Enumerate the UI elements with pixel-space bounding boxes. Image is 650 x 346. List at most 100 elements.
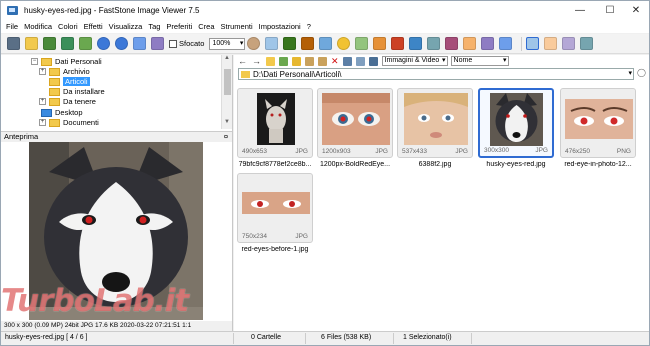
status-divider [233, 333, 234, 344]
sort-select[interactable]: Nome [450, 56, 509, 66]
expand-icon[interactable]: + [39, 98, 46, 105]
minimize-button[interactable]: — [565, 1, 595, 19]
save-as-icon[interactable] [79, 37, 92, 50]
redo-icon[interactable] [391, 37, 405, 50]
email-icon[interactable] [463, 37, 477, 50]
save-icon[interactable] [61, 37, 74, 50]
move-icon[interactable] [318, 56, 327, 66]
menu-impostazioni[interactable]: Impostazioni [259, 22, 301, 31]
layout-browser-icon[interactable] [526, 37, 540, 50]
folder-icon [49, 87, 60, 96]
delete-icon[interactable]: ✕ [331, 56, 339, 67]
layout-thumbs-icon[interactable] [562, 37, 576, 50]
image-icon[interactable] [43, 37, 56, 50]
rotate-icon[interactable] [265, 37, 279, 50]
sfocato-checkbox[interactable]: Sfocato [169, 39, 204, 48]
crop-icon[interactable] [283, 37, 297, 50]
preview-header: Anteprima ¤ [1, 131, 232, 142]
thumbnail-name: red-eye-in-photo-12... [564, 161, 632, 168]
zoom-out-icon[interactable] [115, 37, 128, 50]
resize-icon[interactable] [301, 37, 315, 50]
chevron-down-icon[interactable]: ▾ [628, 69, 632, 77]
checkbox-box [169, 39, 177, 48]
go-icon[interactable]: ◯ [636, 68, 647, 80]
close-button[interactable]: ✕ [621, 1, 649, 19]
tree-item-da-tenere[interactable]: + Da tenere [39, 96, 96, 107]
camera-icon[interactable] [7, 37, 20, 50]
thumbnail-format: JPG [295, 148, 308, 155]
folder-tree: − Dati Personali + Archivio Articoli Da … [1, 55, 233, 129]
thumb-view-icon[interactable] [355, 56, 365, 66]
thumbnail-frame[interactable]: 476x250 PNG [560, 88, 636, 158]
preview-pin-icon[interactable]: ¤ [224, 132, 228, 142]
preview-info: 300 x 300 (0.09 MP) 24bit JPG 17.6 KB 20… [1, 321, 232, 331]
menu-help[interactable]: ? [307, 22, 311, 31]
strip-thumbnail-icon [242, 192, 310, 214]
thumbnail-frame[interactable]: 300x300 JPG [478, 88, 554, 158]
expand-icon[interactable]: + [39, 68, 46, 75]
menu-effetti[interactable]: Effetti [84, 22, 103, 31]
scan-icon[interactable] [499, 37, 513, 50]
menu-file[interactable]: File [6, 22, 18, 31]
parent-folder-icon[interactable] [266, 56, 275, 66]
fullscreen-icon[interactable] [580, 37, 594, 50]
thumbnail-name: husky-eyes-red.jpg [486, 161, 546, 168]
title-bar: husky-eyes-red.jpg - FastStone Image Vie… [1, 1, 649, 19]
open-folder-icon[interactable] [25, 37, 38, 50]
menu-preferiti[interactable]: Preferiti [166, 22, 192, 31]
expand-icon[interactable]: + [39, 119, 46, 126]
menu-strumenti[interactable]: Strumenti [221, 22, 253, 31]
file-type-select[interactable]: Immagini & Video [381, 56, 448, 66]
menu-visualizza[interactable]: Visualizza [109, 22, 143, 31]
scroll-down-icon[interactable]: ▼ [224, 119, 230, 125]
compare-icon[interactable] [409, 37, 423, 50]
main-toolbar: Sfocato 100% [1, 34, 649, 54]
path-field[interactable]: D:\Dati Personali\Articoli\ ▾ [238, 68, 634, 80]
thumbnail-frame[interactable]: 490x653 JPG [237, 88, 313, 158]
list-view-icon[interactable] [368, 56, 378, 66]
new-folder-icon[interactable] [292, 56, 301, 66]
thumbnail-frame[interactable]: 1200x903 JPG [317, 88, 393, 158]
undo-icon[interactable] [373, 37, 387, 50]
copy-icon[interactable] [305, 56, 314, 66]
menu-crea[interactable]: Crea [198, 22, 214, 31]
actual-size-icon[interactable] [151, 37, 164, 50]
fit-icon[interactable] [133, 37, 146, 50]
tree-item-label: Desktop [55, 108, 83, 117]
hand-tool-icon[interactable] [247, 37, 261, 50]
thumbnail-item[interactable]: 476x250 PNG red-eye-in-photo-12... [560, 88, 636, 168]
select-all-icon[interactable] [342, 56, 352, 66]
menu-colori[interactable]: Colori [58, 22, 78, 31]
thumbnail-item[interactable]: 490x653 JPG 79bfc9cf8778ef2ce8b... [237, 88, 313, 168]
print-icon[interactable] [481, 37, 495, 50]
person-icon[interactable] [355, 37, 369, 50]
back-arrow-icon[interactable]: ← [238, 56, 247, 66]
menu-modifica[interactable]: Modifica [24, 22, 52, 31]
canvas-icon[interactable] [319, 37, 333, 50]
thumbnail-item-selected[interactable]: 300x300 JPG husky-eyes-red.jpg [478, 88, 554, 168]
tree-scrollbar[interactable]: ▲ ▼ [221, 55, 232, 129]
thumbnail-item[interactable]: 750x234 JPG red-eyes-before-1.jpg [237, 173, 313, 253]
menu-tag[interactable]: Tag [148, 22, 160, 31]
scroll-up-icon[interactable]: ▲ [224, 55, 230, 61]
thumbnail-item[interactable]: 537x433 JPG 6388f2.jpg [397, 88, 473, 168]
zoom-in-icon[interactable] [97, 37, 110, 50]
tree-item-documenti[interactable]: + Documenti [39, 117, 99, 128]
folder-icon [49, 67, 60, 76]
thumbnail-item[interactable]: 1200x903 JPG 1200px-BoldRedEye... [317, 88, 393, 168]
thumbnail-grid: 490x653 JPG 79bfc9cf8778ef2ce8b... 1200x… [234, 85, 649, 331]
draw-icon[interactable] [445, 37, 459, 50]
zoom-select[interactable]: 100% [209, 37, 246, 50]
thumbnail-frame[interactable]: 537x433 JPG [397, 88, 473, 158]
forward-arrow-icon[interactable]: → [252, 56, 261, 66]
thumbnail-frame[interactable]: 750x234 JPG [237, 173, 313, 243]
scroll-thumb[interactable] [224, 69, 231, 95]
slideshow-icon[interactable] [427, 37, 441, 50]
expand-icon[interactable]: − [31, 58, 38, 65]
adjust-icon[interactable] [337, 37, 351, 50]
layout-preview-icon[interactable] [544, 37, 558, 50]
desktop-icon [41, 108, 52, 117]
refresh-icon[interactable] [279, 56, 288, 66]
folder-icon [241, 70, 250, 78]
path-text: D:\Dati Personali\Articoli\ [253, 69, 342, 79]
